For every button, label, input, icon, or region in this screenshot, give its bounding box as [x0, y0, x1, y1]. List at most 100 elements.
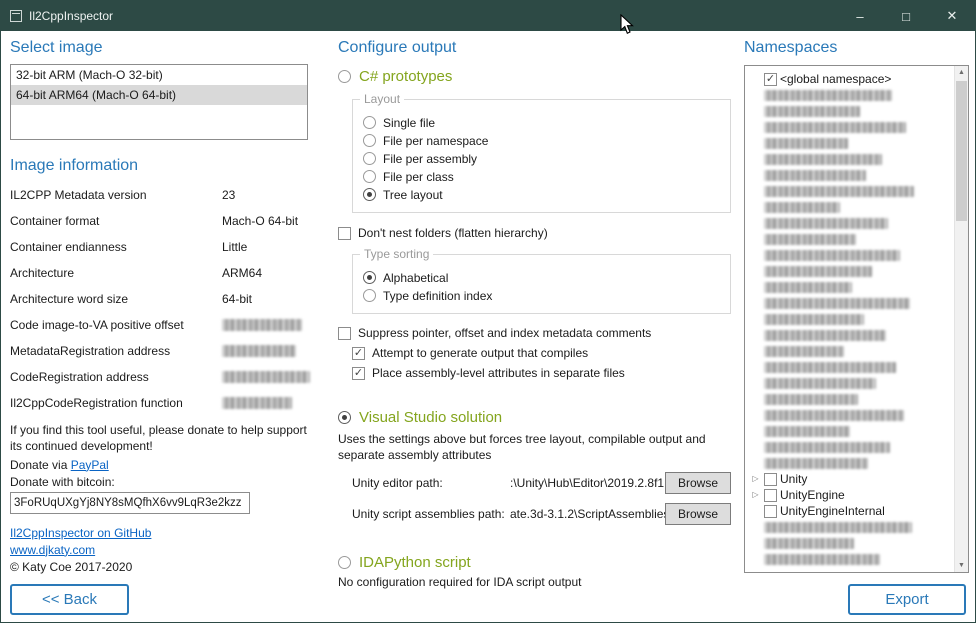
checkbox-option[interactable]: Attempt to generate output that compiles [352, 346, 731, 360]
namespace-item-redacted[interactable] [750, 263, 950, 279]
expander-icon[interactable]: ▷ [750, 475, 761, 483]
close-button[interactable]: ✕ [929, 1, 975, 31]
github-link[interactable]: Il2CppInspector on GitHub [10, 526, 151, 540]
checkbox-icon[interactable] [764, 473, 777, 486]
radio-option[interactable]: Alphabetical [363, 269, 720, 286]
redacted-value [222, 319, 302, 331]
image-list-item[interactable]: 64-bit ARM64 (Mach-O 64-bit) [11, 85, 307, 105]
info-row: Il2CppCodeRegistration function [10, 394, 308, 411]
namespace-item-redacted[interactable] [750, 119, 950, 135]
bitcoin-address-input[interactable] [10, 492, 250, 514]
minimize-button[interactable]: – [837, 1, 883, 31]
checkbox-icon[interactable] [764, 505, 777, 518]
namespace-item-redacted[interactable] [750, 183, 950, 199]
namespace-item[interactable]: <global namespace> [750, 71, 950, 87]
namespace-item-redacted[interactable] [750, 311, 950, 327]
unity-editor-path-row: Unity editor path: :\Unity\Hub\Editor\20… [352, 472, 731, 494]
checkbox-icon[interactable] [764, 489, 777, 502]
namespace-item-redacted[interactable] [750, 103, 950, 119]
redacted-label [764, 90, 892, 101]
idapython-script-option[interactable]: IDAPython script [338, 554, 731, 571]
namespace-item-redacted[interactable] [750, 87, 950, 103]
info-label: IL2CPP Metadata version [10, 188, 222, 202]
redacted-label [764, 346, 844, 357]
checkbox-option[interactable]: Place assembly-level attributes in separ… [352, 366, 731, 380]
namespace-item[interactable]: ▷UnityEngine [750, 487, 950, 503]
radio-label: Type definition index [383, 289, 492, 303]
radio-icon [363, 116, 376, 129]
namespace-item-redacted[interactable] [750, 151, 950, 167]
namespace-item-redacted[interactable] [750, 247, 950, 263]
namespace-item-redacted[interactable] [750, 359, 950, 375]
redacted-value [222, 397, 292, 409]
visual-studio-solution-option[interactable]: Visual Studio solution [338, 409, 731, 426]
redacted-value [222, 371, 310, 383]
namespace-item[interactable]: ▷Unity [750, 471, 950, 487]
radio-option[interactable]: File per class [363, 168, 720, 185]
radio-option[interactable]: Tree layout [363, 186, 720, 203]
flatten-hierarchy-checkbox[interactable]: Don't nest folders (flatten hierarchy) [338, 226, 731, 240]
redacted-label [764, 442, 890, 453]
namespace-item-redacted[interactable] [750, 295, 950, 311]
namespace-item-redacted[interactable] [750, 407, 950, 423]
namespace-item-redacted[interactable] [750, 135, 950, 151]
export-button[interactable]: Export [848, 584, 966, 615]
redacted-label [764, 458, 868, 469]
redacted-label [764, 138, 848, 149]
checkbox-icon [352, 367, 365, 380]
radio-option[interactable]: Type definition index [363, 287, 720, 304]
namespace-item-redacted[interactable] [750, 535, 950, 551]
namespace-item-redacted[interactable] [750, 439, 950, 455]
namespace-item-redacted[interactable] [750, 519, 950, 535]
browse-script-button[interactable]: Browse [665, 503, 731, 525]
checkbox-option[interactable]: Suppress pointer, offset and index metad… [338, 326, 731, 340]
csharp-prototypes-option[interactable]: C# prototypes [338, 68, 731, 85]
redacted-label [764, 554, 880, 565]
info-value: Mach-O 64-bit [222, 214, 298, 228]
scroll-down-icon[interactable]: ▼ [955, 559, 968, 572]
scrollbar-thumb[interactable] [956, 81, 967, 221]
app-icon [10, 10, 22, 22]
namespace-item-redacted[interactable] [750, 423, 950, 439]
radio-option[interactable]: File per assembly [363, 150, 720, 167]
image-listbox[interactable]: 32-bit ARM (Mach-O 32-bit)64-bit ARM64 (… [10, 64, 308, 140]
checkbox-icon[interactable] [764, 73, 777, 86]
image-list-item[interactable]: 32-bit ARM (Mach-O 32-bit) [11, 65, 307, 85]
namespaces-scrollbar[interactable]: ▲ ▼ [954, 66, 968, 572]
visual-studio-description: Uses the settings above but forces tree … [338, 431, 720, 463]
redacted-label [764, 250, 900, 261]
maximize-button[interactable]: □ [883, 1, 929, 31]
namespace-item[interactable]: UnityEngineInternal [750, 503, 950, 519]
namespace-label: UnityEngineInternal [780, 504, 885, 518]
namespace-item-redacted[interactable] [750, 199, 950, 215]
namespace-item-redacted[interactable] [750, 215, 950, 231]
namespace-item-redacted[interactable] [750, 167, 950, 183]
radio-icon [363, 289, 376, 302]
namespace-item-redacted[interactable] [750, 551, 950, 567]
website-link[interactable]: www.djkaty.com [10, 543, 95, 557]
namespace-item-redacted[interactable] [750, 375, 950, 391]
radio-label: Single file [383, 116, 435, 130]
namespace-item-redacted[interactable] [750, 343, 950, 359]
radio-option[interactable]: File per namespace [363, 132, 720, 149]
redacted-label [764, 410, 904, 421]
paypal-link[interactable]: PayPal [71, 458, 109, 472]
idapython-description: No configuration required for IDA script… [338, 575, 731, 589]
type-sorting-groupbox: Type sorting AlphabeticalType definition… [352, 254, 731, 314]
namespace-item-redacted[interactable] [750, 279, 950, 295]
back-button[interactable]: << Back [10, 584, 129, 615]
type-sorting-options: Alphabetical Type definition index [363, 269, 720, 304]
radio-option[interactable]: Single file [363, 114, 720, 131]
namespace-item-redacted[interactable] [750, 391, 950, 407]
namespace-item-redacted[interactable] [750, 231, 950, 247]
info-row: CodeRegistration address [10, 368, 308, 385]
scroll-up-icon[interactable]: ▲ [955, 66, 968, 79]
namespaces-listbox[interactable]: <global namespace> ▷Unity▷UnityEngineUnit… [744, 65, 969, 573]
namespace-item-redacted[interactable] [750, 455, 950, 471]
unity-script-path-value: ate.3d-3.1.2\ScriptAssemblies [510, 507, 665, 521]
expander-icon[interactable]: ▷ [750, 491, 761, 499]
unity-editor-path-label: Unity editor path: [352, 476, 510, 490]
browse-editor-button[interactable]: Browse [665, 472, 731, 494]
namespace-item-redacted[interactable] [750, 327, 950, 343]
image-information-table: IL2CPP Metadata version23Container forma… [10, 186, 308, 411]
